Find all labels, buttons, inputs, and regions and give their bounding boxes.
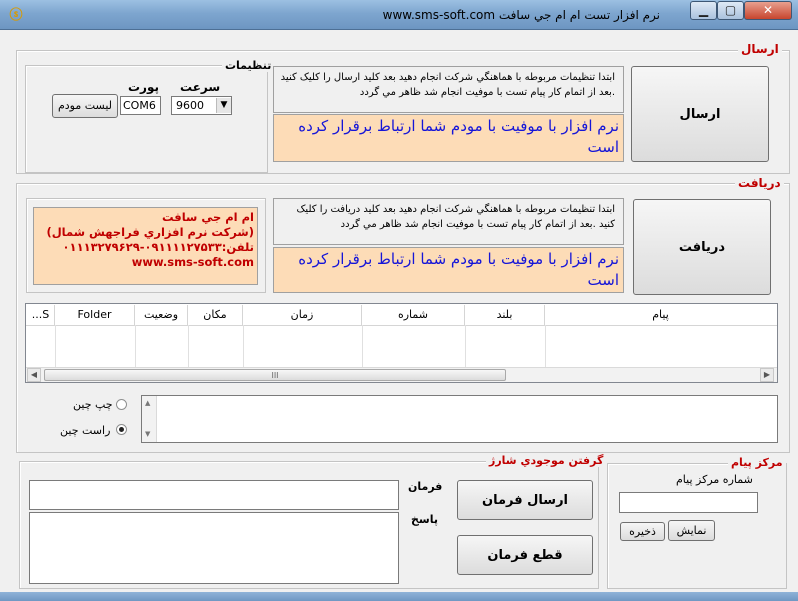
message-textarea[interactable]: ▲ ▼ bbox=[141, 395, 778, 443]
command-label: فرمان bbox=[408, 480, 443, 493]
save-button[interactable]: ذخيره bbox=[620, 522, 665, 541]
chevron-down-icon[interactable]: ▼ bbox=[216, 98, 231, 113]
column-header-long[interactable]: بلند bbox=[465, 305, 545, 325]
column-header-state[interactable]: وضعيت bbox=[135, 305, 188, 325]
grid-divider bbox=[362, 325, 363, 369]
grid-divider bbox=[135, 325, 136, 369]
radio-rtl[interactable] bbox=[116, 424, 127, 435]
grid-divider bbox=[188, 325, 189, 369]
settings-title: تنظيمات bbox=[222, 59, 275, 72]
app-logo-icon: ⓢ bbox=[9, 8, 23, 23]
company-phone: تلفن:۰۹۱۱۱۱۲۷۵۳۳-۰۱۱۱۳۲۷۹۶۲۹ bbox=[62, 240, 254, 254]
speed-select[interactable]: 9600 ▼ bbox=[171, 96, 232, 115]
stop-command-button[interactable]: قطع فرمان bbox=[457, 535, 593, 575]
minimize-button[interactable]: ▁ bbox=[690, 1, 717, 20]
reply-label: پاسخ bbox=[411, 513, 439, 526]
column-header-location[interactable]: مکان bbox=[188, 305, 243, 325]
window-title: نرم افزار تست ام ام جي سافت www.sms-soft… bbox=[382, 8, 660, 22]
title-bar[interactable]: ⓢ نرم افزار تست ام ام جي سافت www.sms-so… bbox=[0, 0, 798, 30]
column-header-message[interactable]: پيام bbox=[545, 305, 776, 325]
charge-group-title: گرفتن موجودي شارژ bbox=[486, 454, 607, 467]
scroll-down-icon[interactable]: ▼ bbox=[145, 430, 150, 438]
column-header-folder[interactable]: Folder bbox=[55, 305, 135, 325]
scroll-left-icon[interactable]: ◀ bbox=[27, 368, 41, 382]
port-label: پورت bbox=[128, 80, 159, 94]
receive-button[interactable]: دريافت bbox=[633, 199, 771, 295]
window-bottom-edge bbox=[0, 592, 798, 601]
company-name: ام ام جي سافت bbox=[161, 210, 254, 224]
reply-textarea[interactable] bbox=[29, 512, 399, 584]
company-website: www.sms-soft.com bbox=[131, 255, 254, 269]
radio-ltr-label[interactable]: چپ چين bbox=[73, 398, 113, 411]
grid-divider bbox=[55, 325, 56, 369]
send-command-button[interactable]: ارسال فرمان bbox=[457, 480, 593, 520]
modem-list-button[interactable]: ليست مودم bbox=[52, 94, 118, 118]
scroll-right-icon[interactable]: ▶ bbox=[760, 368, 774, 382]
speed-label: سرعت bbox=[180, 80, 221, 94]
grid-divider bbox=[243, 325, 244, 369]
column-header-time[interactable]: زمان bbox=[243, 305, 362, 325]
receive-group-title: دريافت bbox=[735, 176, 784, 190]
receive-info-text: ابتدا تنظيمات مربوطه با هماهنگي شرکت انج… bbox=[273, 198, 624, 245]
message-center-title: مرکز پيام bbox=[728, 456, 786, 469]
company-subtitle: (شرکت نرم افزاري فراجهش شمال) bbox=[46, 225, 254, 239]
send-status-text: نرم افزار با موفيت با مودم شما ارتباط بر… bbox=[273, 114, 624, 162]
scroll-thumb-grip: III bbox=[271, 371, 279, 380]
receive-status-text: نرم افزار با موفيت با مودم شما ارتباط بر… bbox=[273, 247, 624, 293]
company-info-box: ام ام جي سافت (شرکت نرم افزاري فراجهش شم… bbox=[33, 207, 258, 285]
close-button[interactable]: ✕ bbox=[744, 1, 792, 20]
send-info-text: ابتدا تنظيمات مربوطه با هماهنگي شرکت انج… bbox=[273, 66, 624, 113]
show-button[interactable]: نمايش bbox=[668, 520, 715, 541]
radio-rtl-label[interactable]: راست چين bbox=[60, 424, 110, 437]
message-center-number-input[interactable] bbox=[619, 492, 758, 513]
maximize-button[interactable]: ▢ bbox=[717, 1, 744, 20]
speed-value: 9600 bbox=[176, 99, 204, 112]
port-value: COM6 bbox=[123, 99, 156, 112]
horizontal-scrollbar[interactable]: ◀ III ▶ bbox=[26, 367, 777, 382]
textarea-scrollbar[interactable]: ▲ ▼ bbox=[142, 396, 157, 442]
grid-divider bbox=[465, 325, 466, 369]
column-header-number[interactable]: شماره bbox=[362, 305, 465, 325]
port-input[interactable]: COM6 bbox=[120, 96, 161, 115]
scroll-thumb[interactable]: III bbox=[44, 369, 506, 381]
messages-grid[interactable]: S... Folder وضعيت مکان زمان شماره بلند پ… bbox=[25, 303, 778, 383]
command-input[interactable] bbox=[29, 480, 399, 510]
grid-divider bbox=[545, 325, 546, 369]
send-group-title: ارسال bbox=[738, 42, 782, 56]
message-center-number-label: شماره مرکز پيام bbox=[676, 473, 753, 486]
radio-ltr[interactable] bbox=[116, 399, 127, 410]
column-header-status[interactable]: S... bbox=[27, 305, 55, 325]
grid-header-divider bbox=[26, 325, 777, 326]
send-button[interactable]: ارسال bbox=[631, 66, 769, 162]
scroll-up-icon[interactable]: ▲ bbox=[145, 399, 150, 407]
